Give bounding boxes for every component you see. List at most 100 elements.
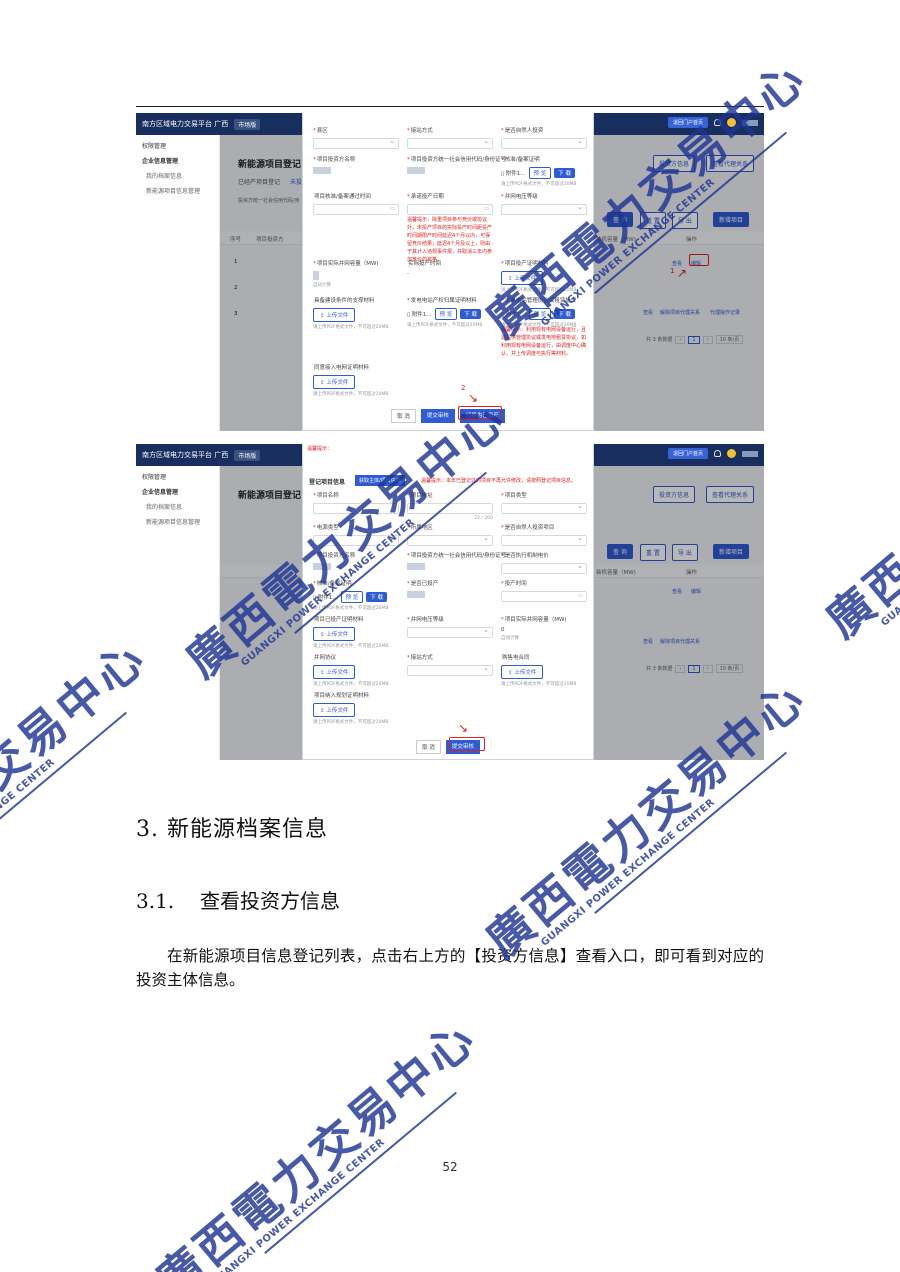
sidebar-item-archive[interactable]: 我的档案信息	[136, 496, 219, 511]
grid-voltage-select[interactable]	[407, 626, 493, 638]
portal-home-button[interactable]: 退回门户首页	[667, 448, 708, 459]
avatar[interactable]	[727, 449, 736, 458]
top-warning: 温馨提示：	[307, 446, 333, 452]
field-actual-date: 实际投产时间 -	[407, 261, 442, 277]
field-grid-voltage: 并网电压等级	[407, 615, 493, 638]
field-commission-cert: 项目投产证明材料 上传文件 请上传PDF格式文件，不可超过20MB	[501, 259, 587, 293]
arrow-down-icon: ↘	[468, 391, 479, 405]
user-menu[interactable]	[742, 119, 758, 126]
app-title: 南方区域电力交易平台 广西	[142, 451, 229, 459]
field-planning-material: 项目纳入规划证明材料 上传文件 请上传PDF格式文件，不可超过20MB	[313, 691, 399, 725]
watermark-logo: 廣西電力交易中心GUANGXI POWER EXCHANGE CENTER	[145, 1009, 487, 1272]
dialog-header: 温馨提示： 登记项目信息 获取主体/项目信息 温馨提示：本年已登记过的项目不再允…	[303, 444, 593, 486]
field-project-addr: 项目地址 22 / 200	[407, 491, 493, 521]
planned-date-picker[interactable]	[407, 204, 493, 215]
sidebar-group-enterprise[interactable]: 企业信息管理	[136, 150, 219, 165]
natural-person-select[interactable]	[501, 534, 587, 546]
field-power-type: 电源类型	[313, 523, 399, 546]
watermark-logo: 廣西電力交易中心GUANGXI POWER EXCHANGE CENTER	[815, 349, 900, 649]
exec-price-select[interactable]	[501, 562, 587, 574]
download-button[interactable]: 下 载	[460, 309, 482, 319]
field-commission-cert: 项目已投产证明材料 上传文件 请上传PDF格式文件，不可超过20MB	[313, 615, 399, 649]
field-power-permit: 发电电站产权归属证明材料 附件1...预 览下 载 请上传PDF格式文件，不可超…	[407, 296, 493, 328]
highlight-submit	[449, 737, 485, 751]
field-exec-price: 是否执行机制电价	[501, 551, 587, 574]
sidebar-group-enterprise[interactable]: 企业信息管理	[136, 481, 219, 496]
fetch-info-button[interactable]: 获取主体/项目信息	[355, 475, 405, 486]
dialog-footer: 取 消 提交审核 切换为已投产	[303, 409, 593, 423]
field-location: 所属地区	[407, 523, 493, 546]
access-select[interactable]	[407, 137, 493, 149]
cancel-button[interactable]: 取 消	[391, 409, 416, 423]
access-select[interactable]	[407, 664, 493, 676]
app-title: 南方区域电力交易平台 广西	[142, 120, 229, 128]
preview-button[interactable]: 预 览	[434, 308, 458, 320]
field-condition-material: 具备建设条件的支撑材料 上传文件 请上传PDF格式文件，不可超过20MB	[313, 296, 399, 330]
approval-time-picker[interactable]	[313, 204, 399, 215]
register-project-dialog: 温馨提示： 登记项目信息 获取主体/项目信息 温馨提示：本年已登记过的项目不再允…	[302, 444, 594, 760]
field-actual-capacity: 项目实际并网容量（MW) 自动计算	[313, 259, 399, 288]
avatar[interactable]	[727, 118, 736, 127]
user-menu[interactable]	[742, 450, 758, 457]
contract-note: 温馨提示：利用现有电网设备运行，且需提供管理协议或发电地租赁协议，如利用现有电网…	[501, 327, 587, 357]
upload-button[interactable]: 上传文件	[313, 703, 356, 717]
bell-icon[interactable]	[714, 119, 721, 126]
section-label: 登记项目信息	[309, 479, 346, 486]
upload-button[interactable]: 上传文件	[313, 308, 356, 322]
region-select[interactable]	[313, 137, 399, 149]
sidebar-item-archive[interactable]: 我的档案信息	[136, 165, 219, 180]
upload-button[interactable]: 上传文件	[313, 375, 356, 389]
field-purchase-contract: 购售电合同 上传文件 请上传PDF格式文件，不可超过20MB	[501, 653, 587, 687]
commission-time-picker[interactable]	[501, 591, 587, 602]
field-investor-code: 项目投资方统一社会信用代码/身份证号	[407, 155, 506, 174]
field-approval-cert: 核准/备案证明 附件1...预 览下 载 请上传PDF格式文件，不可超过20MB	[313, 579, 399, 611]
upload-button[interactable]: 上传文件	[313, 627, 356, 641]
sidebar: 权限管理 企业信息管理 我的档案信息 新能源项目信息管理	[136, 135, 220, 431]
field-planned-date: 承诺投产日期	[407, 192, 493, 215]
file-icon: 附件1...	[407, 310, 432, 318]
sidebar-item-permissions[interactable]: 权限管理	[136, 466, 219, 481]
subsection-heading: 3.1. 查看投资方信息	[136, 885, 340, 914]
page-number: 52	[442, 1160, 458, 1174]
field-investor-code: 项目投资方统一社会信用代码/身份证号	[407, 551, 506, 570]
preview-button[interactable]: 预 览	[340, 591, 364, 603]
city-badge: 市场版	[234, 449, 261, 461]
preview-button[interactable]: 预 览	[528, 167, 552, 179]
grid-voltage-select[interactable]	[501, 203, 587, 215]
upload-button[interactable]: 上传文件	[501, 665, 544, 679]
cancel-button[interactable]: 取 消	[416, 740, 441, 754]
field-investor-name: 项目投资方名称	[313, 155, 399, 174]
edit-project-dialog: 县区 接站方式 是否自然人投资 项目投资方名称 项目投资方统一社会信用代码/身份…	[302, 113, 594, 431]
bell-icon[interactable]	[714, 450, 721, 457]
field-commission-time: 投产时间	[501, 579, 587, 602]
field-project-type: 项目类型	[501, 491, 587, 514]
upload-button[interactable]: 上传文件	[313, 665, 356, 679]
project-type-select[interactable]	[501, 502, 587, 514]
download-button[interactable]: 下 载	[366, 592, 388, 602]
sidebar-item-permissions[interactable]: 权限管理	[136, 135, 219, 150]
natural-person-select[interactable]	[501, 137, 587, 149]
field-actual-capacity: 项目实际并网容量（MW) 0 自动计算	[501, 615, 587, 641]
field-grid-agreement: 并网协议 上传文件 请上传PDF格式文件，不可超过20MB	[313, 653, 399, 687]
project-name-input[interactable]	[313, 503, 399, 514]
field-grid-voltage: 并网电压等级	[501, 192, 587, 215]
location-select[interactable]	[407, 534, 493, 546]
download-button[interactable]: 下 载	[554, 168, 576, 178]
power-type-select[interactable]	[313, 534, 399, 546]
upload-button[interactable]: 上传文件	[501, 271, 544, 285]
subsection-title: 查看投资方信息	[200, 889, 340, 913]
download-button[interactable]: 下 载	[554, 309, 576, 319]
submit-button[interactable]: 提交审核	[420, 409, 455, 423]
field-commissioned: 是否已投产	[407, 579, 493, 598]
commission-note: 温馨提示：除重项目参与竞价或协议外，未投产项目的实际投产时间距投产时间期限产时间…	[407, 217, 493, 263]
sidebar-item-new-energy[interactable]: 新能源项目信息管理	[136, 180, 219, 195]
project-addr-input[interactable]	[407, 503, 493, 514]
field-natural-person: 是否自然人投资	[501, 126, 587, 149]
sidebar-item-new-energy[interactable]: 新能源项目信息管理	[136, 511, 219, 526]
highlight-convert	[458, 406, 502, 420]
preview-button[interactable]: 预 览	[528, 308, 552, 320]
portal-home-button[interactable]: 退回门户首页	[667, 117, 708, 128]
file-icon: 附件1...	[501, 310, 526, 318]
file-icon: 附件1...	[501, 169, 526, 177]
field-approval-time: 项目核准/备案通过时间	[313, 192, 399, 215]
